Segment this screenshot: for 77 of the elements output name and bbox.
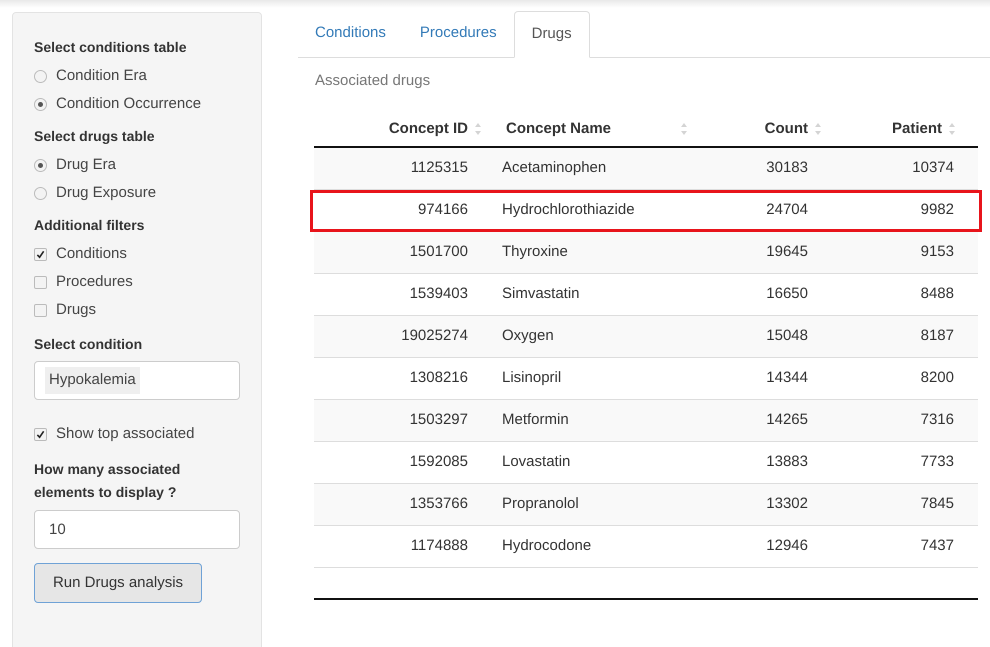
table-cell: 14265 <box>766 410 808 428</box>
field-label: Select condition <box>34 335 144 354</box>
checkbox-unchecked[interactable] <box>34 276 47 288</box>
table-cell: 1353766 <box>410 494 468 512</box>
checkbox-unchecked[interactable] <box>34 304 47 316</box>
section-label: Additional filters <box>34 216 146 235</box>
tab[interactable]: Conditions <box>298 10 403 57</box>
table-cell: 13883 <box>766 452 808 470</box>
condition-select[interactable]: Hypokalemia <box>34 361 240 400</box>
table-cell: 7316 <box>920 410 954 428</box>
section-label: Select conditions table <box>34 38 188 57</box>
sort-icon[interactable] <box>680 122 688 136</box>
run-button[interactable]: Run Drugs analysis <box>34 563 202 603</box>
table-cell: Metformin <box>502 410 569 428</box>
table-cell: Thyroxine <box>502 242 568 260</box>
table-cell: 9982 <box>920 201 954 218</box>
table-cell: 19025274 <box>401 326 468 344</box>
table-cell: 14344 <box>766 368 808 386</box>
table-cell: 10374 <box>912 158 954 176</box>
table-cell: 24704 <box>766 201 808 218</box>
table-cell: Hydrochlorothiazide <box>502 201 635 218</box>
table-cell: 1592085 <box>410 452 468 470</box>
table-cell: 9153 <box>920 242 954 260</box>
table-cell: 13302 <box>766 494 808 512</box>
table-caption: Associated drugs <box>315 71 432 91</box>
table-cell: 1539403 <box>410 284 468 302</box>
table-cell: 7845 <box>920 494 954 512</box>
table-cell: 19645 <box>766 242 808 260</box>
sort-icon[interactable] <box>948 122 956 136</box>
table-cell: 7437 <box>920 536 954 554</box>
table-cell: 974166 <box>418 201 468 218</box>
table-cell: Oxygen <box>502 326 554 344</box>
radio-unselected[interactable] <box>34 70 47 82</box>
table-cell: 1174888 <box>410 536 468 554</box>
table-cell: 1503297 <box>410 410 468 428</box>
selected-chip: Hypokalemia <box>45 367 140 394</box>
option-label: Condition Era <box>56 66 147 86</box>
table-cell: 15048 <box>766 326 808 344</box>
checkbox-checked[interactable] <box>34 248 47 260</box>
section-label: Select drugs table <box>34 127 156 146</box>
table-cell: 8200 <box>920 368 954 386</box>
option-label: Drug Era <box>56 154 116 175</box>
checkbox-checked[interactable] <box>34 428 47 440</box>
sort-icon[interactable] <box>814 122 822 136</box>
table-cell: Lisinopril <box>502 368 562 386</box>
column-header[interactable]: Count <box>764 118 808 140</box>
radio-selected[interactable] <box>34 98 47 110</box>
column-header[interactable]: Patient <box>892 118 942 140</box>
table-cell: 8488 <box>920 284 954 302</box>
table-cell: Hydrocodone <box>502 536 592 554</box>
table-cell: Simvastatin <box>502 284 580 302</box>
column-header[interactable]: Concept ID <box>388 118 468 140</box>
radio-unselected[interactable] <box>34 186 47 200</box>
option-label: Conditions <box>56 244 127 264</box>
tab[interactable]: Procedures <box>402 10 514 57</box>
table-cell: 12946 <box>766 536 808 554</box>
option-label: Drugs <box>56 300 96 320</box>
option-label: Condition Occurrence <box>56 94 202 114</box>
tab[interactable]: Drugs <box>514 11 590 58</box>
table-cell: 30183 <box>766 158 808 176</box>
table-cell: 7733 <box>920 452 954 470</box>
table-cell: 1501700 <box>410 242 468 260</box>
table-cell: Propranolol <box>502 494 579 512</box>
table-cell: 16650 <box>766 284 808 302</box>
table-cell: Lovastatin <box>502 452 570 470</box>
option-label: Show top associated <box>56 424 194 444</box>
table-cell: 8187 <box>920 326 954 344</box>
sort-icon[interactable] <box>474 122 482 136</box>
table-cell: 1125315 <box>410 158 468 176</box>
number-field[interactable]: 10 <box>34 510 240 549</box>
column-header[interactable]: Concept Name <box>506 118 612 140</box>
option-label: Drug Exposure <box>56 182 156 203</box>
field-label: How many associated elements to display ? <box>34 460 182 502</box>
option-label: Procedures <box>56 272 133 292</box>
radio-selected[interactable] <box>34 158 47 172</box>
table-cell: Acetaminophen <box>502 158 606 176</box>
table-cell: 1308216 <box>410 368 468 386</box>
